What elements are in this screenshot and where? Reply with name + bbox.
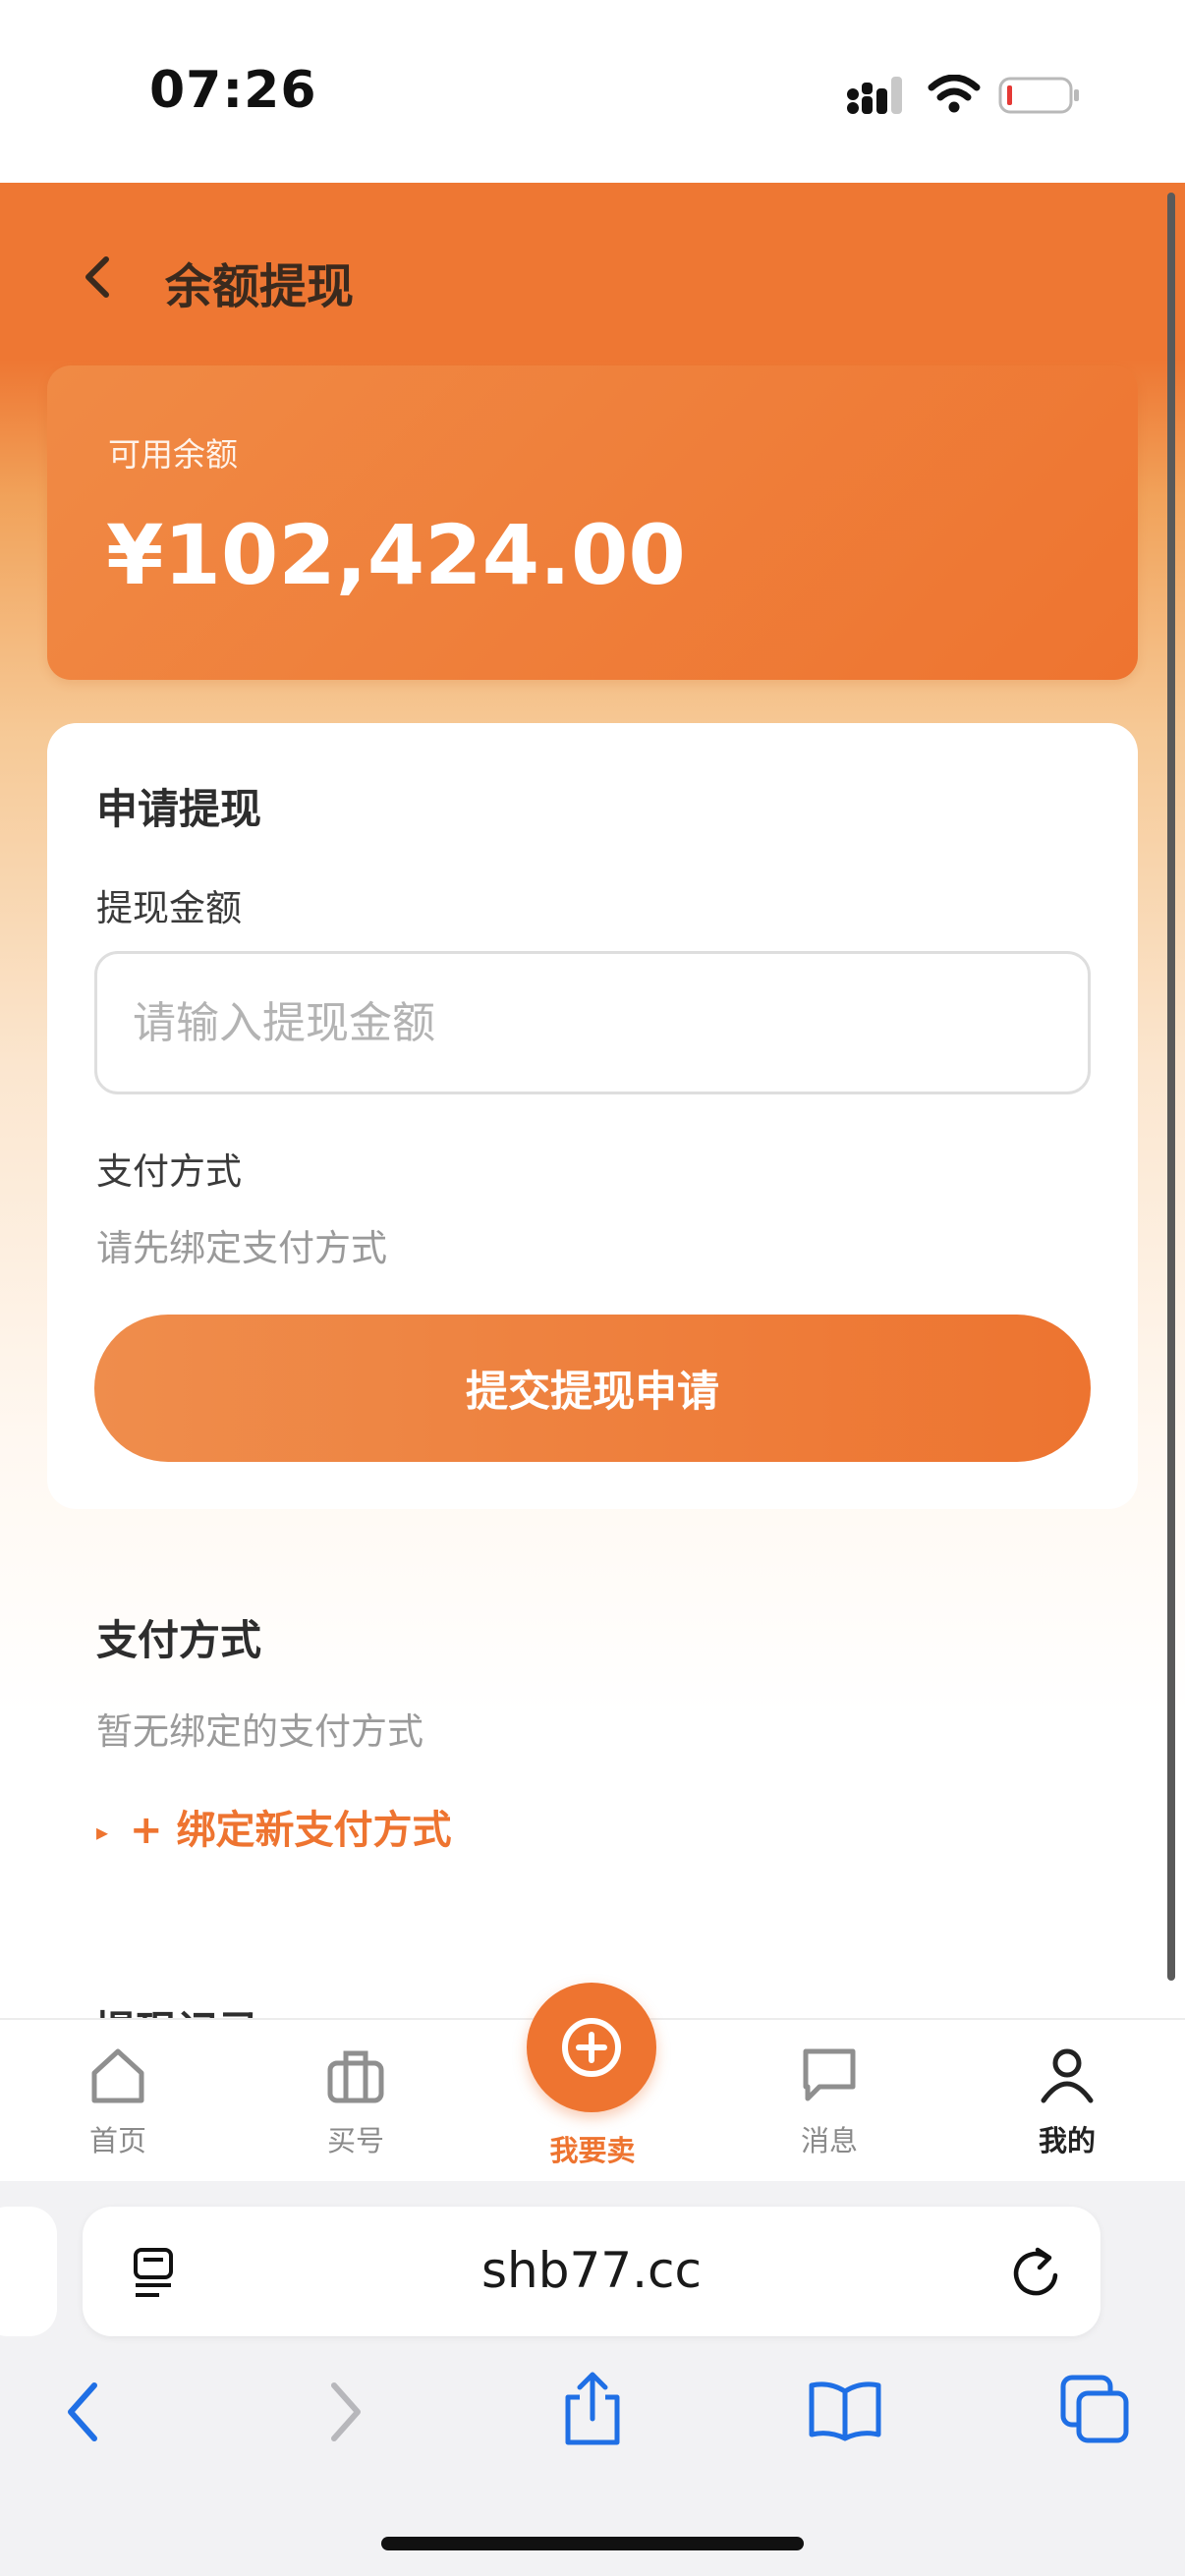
reload-icon[interactable] [1008,2244,1063,2301]
tab-messages-label: 消息 [800,2124,858,2157]
home-indicator [381,2537,804,2550]
balance-amount: ¥102,424.00 [106,507,686,603]
tab-home-label: 首页 [88,2124,146,2157]
back-arrow-icon[interactable] [59,2380,108,2444]
tab-mine[interactable]: 我的 [988,2044,1146,2171]
chat-icon [803,2048,856,2101]
chevron-left-icon [85,256,109,298]
tab-home[interactable]: 首页 [39,2044,197,2171]
tab-buy-label: 买号 [326,2124,384,2157]
url-text[interactable]: shb77.cc [83,2242,1100,2299]
payment-methods-title: 支付方式 [96,1616,262,1664]
status-time: 07:26 [149,61,317,120]
method-hint: 请先绑定支付方式 [96,1227,387,1269]
wifi-icon [928,75,981,113]
scrollbar[interactable] [1167,193,1175,1981]
sell-button[interactable] [527,1983,656,2112]
disclosure-triangle-icon: ▸ [96,1819,109,1846]
tab-sell-label[interactable]: 我要卖 [514,2128,671,2169]
back-button[interactable] [69,246,128,308]
home-icon [91,2048,144,2103]
withdraw-records-title: 提现记录 [94,1998,259,2018]
amount-label: 提现金额 [96,887,242,929]
apply-section-title: 申请提现 [96,785,262,833]
previous-tab-preview[interactable] [0,2207,57,2336]
plus-circle-icon [562,2018,621,2077]
tab-buy[interactable]: 买号 [277,2044,434,2171]
tab-messages[interactable]: 消息 [751,2044,908,2171]
amount-input[interactable] [94,951,1091,1094]
bookmarks-icon[interactable] [806,2380,884,2442]
briefcase-icon [327,2050,384,2103]
method-label: 支付方式 [96,1150,242,1193]
submit-withdraw-button[interactable]: 提交提现申请 [94,1315,1091,1462]
forward-arrow-icon[interactable] [320,2380,369,2444]
share-icon[interactable] [558,2370,627,2448]
payment-methods-empty: 暂无绑定的支付方式 [96,1710,423,1753]
tab-mine-label: 我的 [1038,2124,1096,2157]
bind-payment-method-link[interactable]: ▸ + 绑定新支付方式 [96,1798,452,1855]
bind-payment-method-label: + 绑定新支付方式 [130,1808,452,1853]
balance-label: 可用余额 [108,435,238,474]
tabs-icon[interactable] [1059,2374,1132,2446]
cellular-signal-icon [847,77,902,114]
battery-icon [998,77,1079,114]
page-title: 余额提现 [165,259,355,314]
user-icon [1041,2048,1094,2103]
